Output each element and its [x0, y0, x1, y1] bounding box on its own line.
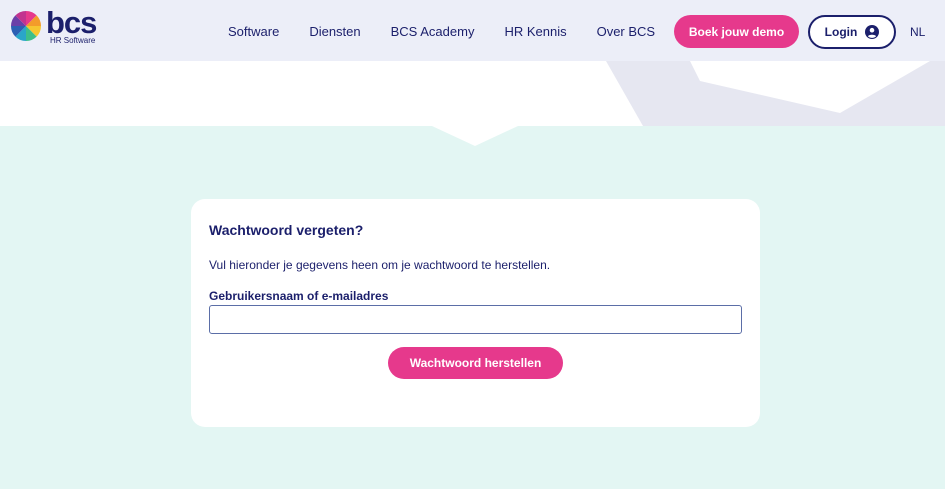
login-button[interactable]: Login — [808, 15, 896, 49]
color-wheel-icon — [11, 11, 41, 41]
logo-text: bcs HR Software — [46, 5, 97, 45]
header-decoration — [0, 61, 945, 146]
logo-word: bcs — [46, 5, 97, 40]
login-label: Login — [824, 25, 858, 39]
username-email-input[interactable] — [209, 305, 742, 334]
nav-item-software[interactable]: Software — [228, 24, 279, 39]
nav-item-over-bcs[interactable]: Over BCS — [597, 24, 656, 39]
reset-password-button[interactable]: Wachtwoord herstellen — [388, 347, 563, 379]
reset-password-card: Wachtwoord vergeten? Vul hieronder je ge… — [191, 199, 760, 427]
nav-item-hr-kennis[interactable]: HR Kennis — [504, 24, 566, 39]
site-header: bcs HR Software Software Diensten BCS Ac… — [0, 0, 945, 61]
username-email-label: Gebruikersnaam of e-mailadres — [209, 289, 389, 303]
nav-item-bcs-academy[interactable]: BCS Academy — [391, 24, 475, 39]
card-title: Wachtwoord vergeten? — [209, 222, 364, 238]
user-circle-icon — [865, 25, 880, 39]
logo-subtitle: HR Software — [50, 36, 96, 45]
book-demo-button[interactable]: Boek jouw demo — [674, 15, 799, 48]
language-switch[interactable]: NL — [910, 25, 925, 39]
bcs-logo[interactable]: bcs HR Software — [10, 5, 97, 45]
nav-item-diensten[interactable]: Diensten — [309, 24, 360, 39]
main-nav: Software Diensten BCS Academy HR Kennis … — [228, 24, 685, 39]
card-description: Vul hieronder je gegevens heen om je wac… — [209, 258, 551, 272]
